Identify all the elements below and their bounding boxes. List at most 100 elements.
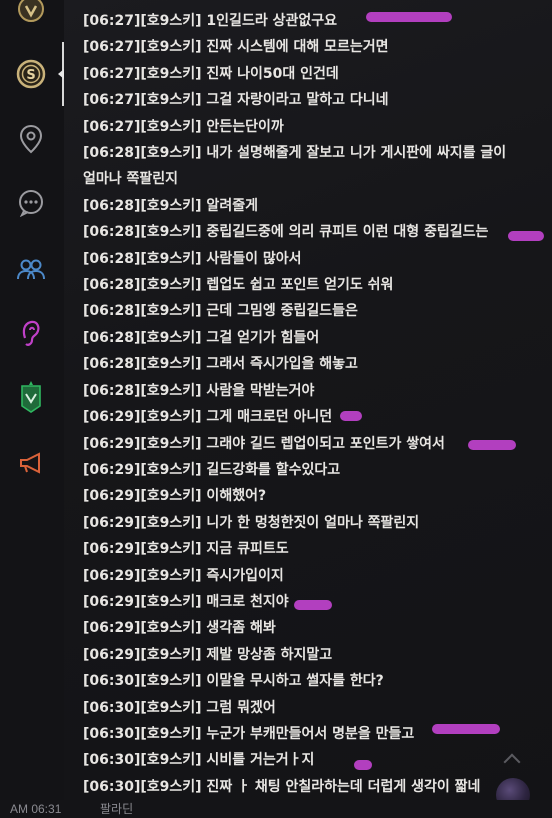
message-text: 1인길드라 상관없구요: [201, 13, 337, 29]
svg-text:S: S: [26, 68, 35, 83]
sender-name[interactable]: [호9스키]: [140, 436, 201, 452]
message-time: [06:27]: [83, 65, 141, 82]
message-time: [06:30]: [83, 778, 141, 795]
chat-footer: AM 06:31 팔라딘: [0, 800, 552, 818]
channel-sidebar: S: [0, 0, 65, 818]
sender-name[interactable]: [호9스키]: [140, 594, 201, 610]
redaction-mark: [354, 760, 372, 770]
message-text: 진짜 ㅏ 채팅 안칠라하는데 더럽게 생각이 짧네: [201, 778, 481, 795]
sender-name[interactable]: [호9스키]: [140, 145, 201, 161]
sender-name[interactable]: [호9스키]: [140, 383, 201, 399]
message-time: [06:28]: [83, 197, 141, 214]
chat-message: [06:28][호9스키] 사람을 막받는거야: [83, 378, 538, 404]
sender-name[interactable]: [호9스키]: [140, 198, 201, 214]
message-text: 즉시가입이지: [201, 567, 284, 584]
location-pin-icon[interactable]: [14, 122, 48, 156]
message-time: [06:29]: [83, 567, 141, 584]
group-icon[interactable]: [14, 252, 48, 286]
message-time: [06:28]: [83, 303, 141, 320]
chat-message: [06:29][호9스키] 지금 큐피트도: [83, 536, 538, 562]
sender-name[interactable]: [호9스키]: [140, 541, 201, 557]
sender-name[interactable]: [호9스키]: [140, 647, 201, 663]
sender-name[interactable]: [호9스키]: [140, 409, 201, 425]
sender-name[interactable]: [호9스키]: [140, 277, 201, 293]
sender-name[interactable]: [호9스키]: [140, 779, 201, 795]
redaction-mark: [366, 12, 452, 22]
message-time: [06:28]: [83, 145, 141, 162]
message-time: [06:29]: [83, 593, 141, 610]
message-time: [06:30]: [83, 725, 141, 742]
chat-message: [06:27][호9스키] 안든는단이까: [83, 114, 538, 140]
message-time: [06:28]: [83, 250, 141, 267]
chat-message: [06:28][호9스키] 사람들이 많아서: [83, 246, 538, 272]
sender-name[interactable]: [호9스키]: [140, 515, 201, 531]
sender-name[interactable]: [호9스키]: [140, 462, 201, 478]
megaphone-icon[interactable]: [14, 446, 48, 480]
message-time: [06:29]: [83, 541, 141, 558]
sender-name[interactable]: [호9스키]: [140, 620, 201, 636]
sender-name[interactable]: [호9스키]: [140, 700, 201, 716]
sender-name[interactable]: [호9스키]: [140, 119, 201, 135]
coin-s-icon[interactable]: S: [14, 57, 48, 91]
chat-message: [06:29][호9스키] 제발 망상좀 하지말고: [83, 642, 538, 668]
redaction-mark: [294, 600, 332, 610]
chat-message: [06:28][호9스키] 알려줄게: [83, 193, 538, 219]
message-text: 지금 큐피트도: [201, 541, 289, 558]
chat-message: [06:27][호9스키] 진짜 나이50대 인건데: [83, 61, 538, 87]
guild-banner-icon[interactable]: [14, 380, 48, 414]
message-time: [06:27]: [83, 13, 141, 29]
message-text: 그걸 자랑이라고 말하고 다니네: [201, 92, 389, 109]
message-time: [06:29]: [83, 620, 141, 637]
chat-bubble-icon[interactable]: [14, 186, 48, 220]
chat-message-list[interactable]: [06:27][호9스키] 1인길드라 상관없구요 [06:27][호9스키] 진…: [83, 8, 538, 800]
sender-name[interactable]: [호9스키]: [140, 726, 201, 742]
sender-name[interactable]: [호9스키]: [140, 356, 201, 372]
footer-time: AM 06:31: [10, 802, 62, 816]
message-text: 그걸 얻기가 힘들어: [201, 329, 320, 346]
chat-message: [06:29][호9스키] 이해했어?: [83, 483, 538, 509]
sender-name[interactable]: [호9스키]: [140, 752, 201, 768]
message-text: 시비를 거는거ㅏ지: [201, 752, 315, 769]
chat-message: [06:28][호9스키] 렙업도 쉽고 포인트 얻기도 쉬워: [83, 272, 538, 298]
message-text: 그래야 길드 렙업이되고 포인트가 쌓여서: [201, 435, 445, 452]
message-time: [06:30]: [83, 699, 141, 716]
message-text: 길드강화를 할수있다고: [201, 461, 341, 478]
chat-message: [06:28][호9스키] 그걸 얻기가 힘들어: [83, 325, 538, 351]
redaction-mark: [508, 231, 544, 241]
chat-message: [06:29][호9스키] 니가 한 멍청한짓이 얼마나 쪽팔린지: [83, 510, 538, 536]
message-time: [06:29]: [83, 461, 141, 478]
chat-message: [06:27][호9스키] 1인길드라 상관없구요: [83, 8, 538, 34]
sender-name[interactable]: [호9스키]: [140, 224, 201, 240]
redaction-mark: [340, 411, 362, 421]
ear-icon[interactable]: [14, 316, 48, 350]
message-text: 이해했어?: [201, 488, 267, 505]
message-text: 누군가 부캐만들어서 명분을 만들고: [201, 725, 415, 742]
chat-message: [06:30][호9스키] 이말을 무시하고 썰자를 한다?: [83, 668, 538, 694]
sender-name[interactable]: [호9스키]: [140, 13, 201, 29]
sender-name[interactable]: [호9스키]: [140, 251, 201, 267]
message-text: 이말을 무시하고 썰자를 한다?: [201, 673, 384, 690]
message-time: [06:29]: [83, 435, 141, 452]
message-text: 렙업도 쉽고 포인트 얻기도 쉬워: [201, 277, 394, 294]
shield-emblem-icon[interactable]: [14, 0, 48, 26]
message-text: 안든는단이까: [201, 118, 284, 135]
message-text: 그래서 즉시가입을 해놓고: [201, 356, 358, 373]
redaction-mark: [468, 440, 516, 450]
message-time: [06:29]: [83, 488, 141, 505]
message-text: 진짜 나이50대 인건데: [201, 65, 339, 82]
sender-name[interactable]: [호9스키]: [140, 66, 201, 82]
sender-name[interactable]: [호9스키]: [140, 303, 201, 319]
sender-name[interactable]: [호9스키]: [140, 92, 201, 108]
message-text: 제발 망상좀 하지말고: [201, 646, 333, 663]
sender-name[interactable]: [호9스키]: [140, 673, 201, 689]
message-text: 생각좀 해봐: [201, 620, 276, 637]
message-text: 니가 한 멍청한짓이 얼마나 쪽팔린지: [201, 514, 420, 531]
sender-name[interactable]: [호9스키]: [140, 330, 201, 346]
chat-message: [06:28][호9스키] 그래서 즉시가입을 해놓고: [83, 351, 538, 377]
chat-message: [06:29][호9스키] 그게 매크로던 아니던: [83, 404, 538, 430]
sender-name[interactable]: [호9스키]: [140, 568, 201, 584]
sender-name[interactable]: [호9스키]: [140, 488, 201, 504]
sender-name[interactable]: [호9스키]: [140, 39, 201, 55]
chat-panel[interactable]: [06:27][호9스키] 1인길드라 상관없구요 [06:27][호9스키] 진…: [64, 0, 552, 818]
message-time: [06:29]: [83, 409, 141, 426]
